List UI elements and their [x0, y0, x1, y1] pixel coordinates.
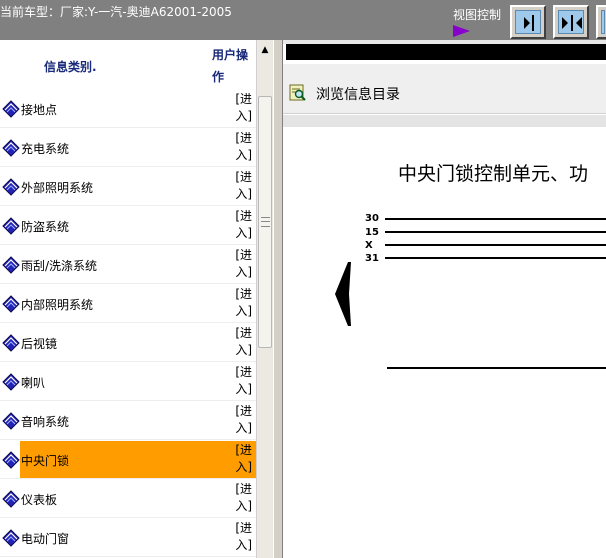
book-icon — [2, 100, 20, 118]
current-car-model: 当前车型：厂家:Y-一汽-奥迪A62001-2005 — [0, 5, 232, 19]
wire-label-30: 30 — [365, 213, 379, 224]
book-icon — [2, 139, 20, 157]
bottom-wire-line — [387, 367, 606, 369]
enter-link[interactable]: [进入] — [230, 286, 252, 320]
book-icon — [2, 256, 20, 274]
category-label[interactable]: 充电系统 — [21, 140, 69, 157]
scroll-thumb[interactable] — [258, 96, 272, 348]
category-label[interactable]: 喇叭 — [21, 374, 45, 391]
book-icon — [2, 451, 20, 469]
category-row[interactable]: 外部照明系统 [进入] — [0, 168, 256, 206]
view-control-label: 视图控制 — [453, 8, 502, 22]
enter-link[interactable]: [进入] — [230, 481, 252, 515]
category-row[interactable]: 雨刮/洗涤系统 [进入] — [0, 246, 256, 284]
category-label[interactable]: 音响系统 — [21, 413, 69, 430]
more-view-button[interactable] — [596, 5, 606, 39]
wiring-diagram-document: 中央门锁控制单元、功 30 15 X 31 — [283, 127, 606, 558]
enter-link[interactable]: [进入] — [230, 247, 252, 281]
category-label[interactable]: 外部照明系统 — [21, 179, 93, 196]
category-row[interactable]: 充电系统 [进入] — [0, 129, 256, 167]
book-icon — [2, 412, 20, 430]
category-row[interactable]: 喇叭 [进入] — [0, 363, 256, 401]
collapse-right-icon — [524, 15, 534, 31]
top-bar: 当前车型：厂家:Y-一汽-奥迪A62001-2005 视图控制 — [0, 0, 606, 40]
enter-link[interactable]: [进入] — [230, 403, 252, 437]
category-label[interactable]: 电动门窗 — [21, 530, 69, 547]
scroll-up-arrow-icon[interactable]: ▲ — [257, 42, 273, 58]
enter-link[interactable]: [进入] — [230, 169, 252, 203]
book-icon — [2, 217, 20, 235]
ground-arrow-icon — [335, 262, 351, 326]
category-label[interactable]: 接地点 — [21, 101, 57, 118]
category-label[interactable]: 防盗系统 — [21, 218, 69, 235]
column-header-category: 信息类别. — [44, 60, 97, 74]
enter-link[interactable]: [进入] — [230, 442, 252, 476]
category-label[interactable]: 后视镜 — [21, 335, 57, 352]
book-icon — [2, 490, 20, 508]
browse-catalog-link[interactable]: 浏览信息目录 — [316, 84, 400, 104]
enter-link[interactable]: [进入] — [230, 520, 252, 554]
wire-line-31 — [385, 257, 606, 259]
book-icon — [2, 529, 20, 547]
wire-line-15 — [385, 231, 606, 233]
viewer-title-bar — [286, 44, 606, 60]
category-row[interactable]: 内部照明系统 [进入] — [0, 285, 256, 323]
enter-link[interactable]: [进入] — [230, 130, 252, 164]
book-icon — [2, 373, 20, 391]
category-row[interactable]: 防盗系统 [进入] — [0, 207, 256, 245]
enter-link[interactable]: [进入] — [230, 208, 252, 242]
category-label[interactable]: 仪表板 — [21, 491, 57, 508]
column-header-action: 用户操作 — [212, 48, 249, 84]
wire-line-x — [385, 244, 606, 246]
list-scrollbar[interactable]: ▲ — [256, 40, 273, 558]
category-label[interactable]: 内部照明系统 — [21, 296, 93, 313]
category-row[interactable]: 仪表板 [进入] — [0, 480, 256, 518]
document-viewer-panel: 浏览信息目录 中央门锁控制单元、功 30 15 X 31 — [283, 40, 606, 558]
category-label[interactable]: 中央门锁 — [21, 452, 69, 469]
category-list-panel: 信息类别. 用户操作 接地点 [进入] 充电系统 [进入] 外部照明系统 [进入] 防盗系统… — [0, 40, 256, 558]
enter-link[interactable]: [进入] — [230, 364, 252, 398]
wire-label-x: X — [365, 240, 373, 251]
split-view-icon — [562, 15, 582, 31]
enter-link[interactable]: [进入] — [230, 325, 252, 359]
category-row[interactable]: 接地点 [进入] — [0, 90, 256, 128]
category-label[interactable]: 雨刮/洗涤系统 — [21, 257, 97, 274]
browse-catalog-icon[interactable] — [289, 84, 306, 101]
category-row[interactable]: 音响系统 [进入] — [0, 402, 256, 440]
panel-splitter[interactable] — [273, 40, 283, 558]
wire-label-15: 15 — [365, 227, 379, 238]
book-icon — [2, 178, 20, 196]
split-view-button[interactable] — [553, 5, 589, 39]
viewer-toolbar: 浏览信息目录 — [283, 64, 606, 114]
category-row[interactable]: 电动门窗 [进入] — [0, 519, 256, 557]
document-title: 中央门锁控制单元、功 — [398, 163, 589, 185]
grip-icon — [261, 217, 270, 227]
collapse-right-button[interactable] — [510, 5, 546, 39]
category-row[interactable]: 中央门锁 [进入] — [0, 441, 256, 479]
book-icon — [2, 295, 20, 313]
play-icon[interactable] — [453, 25, 470, 37]
category-row[interactable]: 后视镜 [进入] — [0, 324, 256, 362]
book-icon — [2, 334, 20, 352]
wire-line-30 — [385, 218, 606, 220]
enter-link[interactable]: [进入] — [230, 91, 252, 125]
wire-label-31: 31 — [365, 253, 379, 264]
